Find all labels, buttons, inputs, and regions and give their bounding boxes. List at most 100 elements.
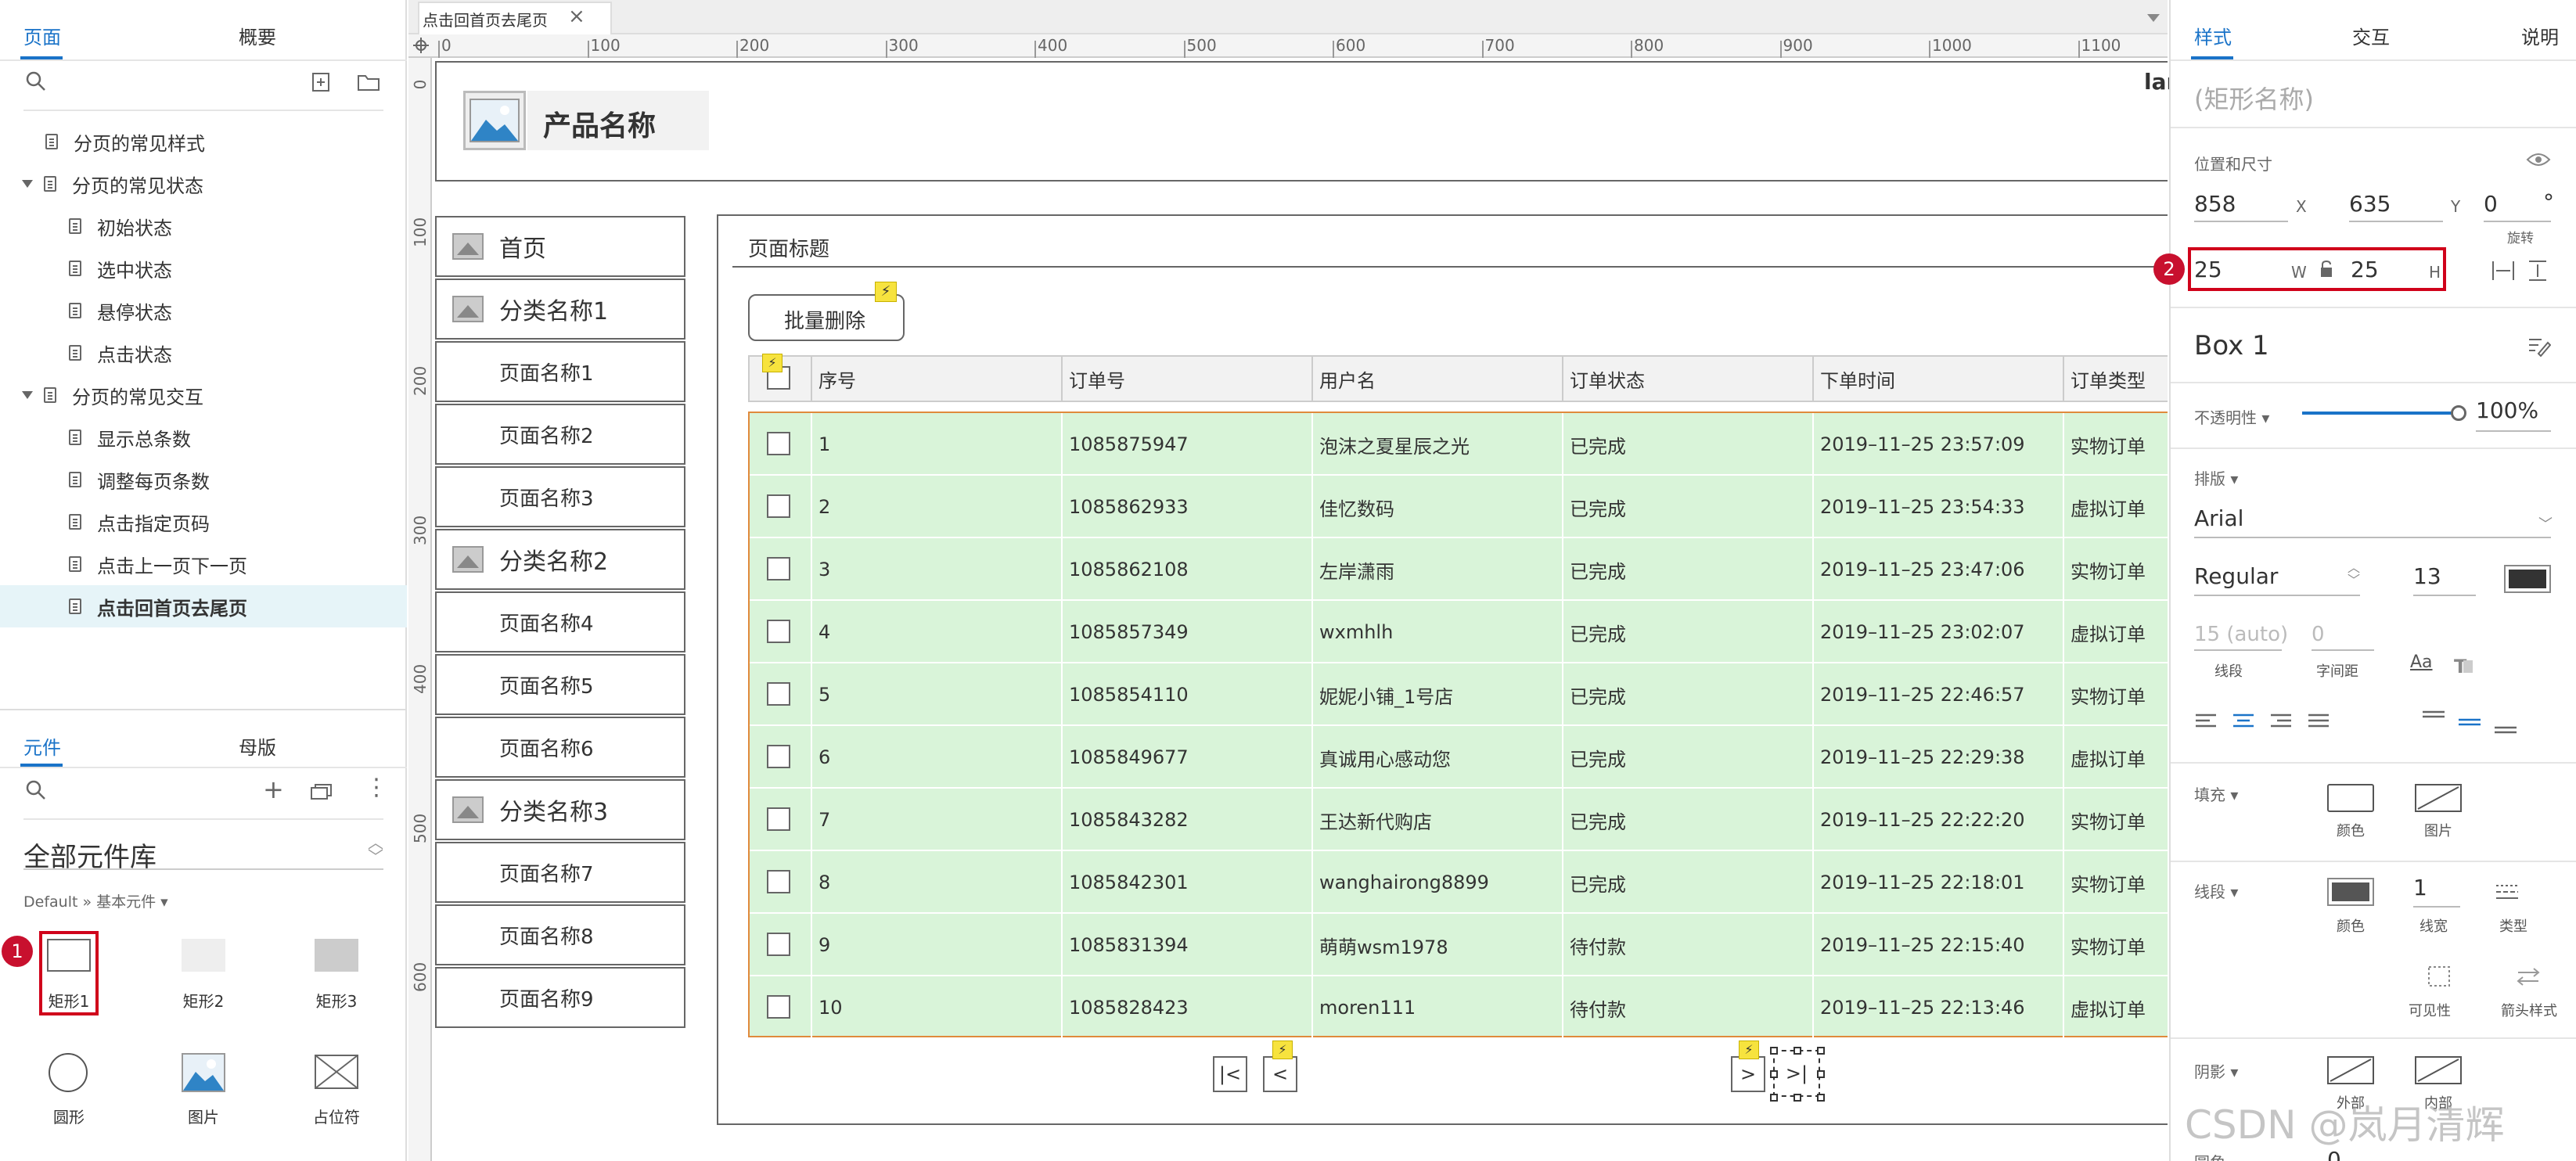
row-checkbox[interactable]: [767, 745, 790, 768]
tab-pages[interactable]: 页面: [23, 22, 61, 49]
rectangle3-thumb[interactable]: [315, 939, 358, 972]
fit-height-icon[interactable]: [2526, 260, 2549, 282]
canvas-area[interactable]: 点击回首页去尾页 × 0 100 200 300 400 500 600 700 800 900 1…: [408, 0, 2177, 1161]
text-shadow-icon[interactable]: T: [2452, 654, 2474, 678]
first-page-button[interactable]: |<: [1213, 1056, 1247, 1092]
stroke-color-swatch[interactable]: [2327, 878, 2374, 906]
y-input[interactable]: 635: [2349, 191, 2443, 222]
page-tree-item[interactable]: 分页的常见状态: [0, 163, 407, 205]
nav-item[interactable]: 页面名称8: [435, 904, 685, 965]
page-tree-item[interactable]: 点击上一页下一页: [0, 543, 407, 585]
library-select-chevron-icon[interactable]: ︿ ﹀: [368, 835, 383, 864]
fit-width-icon[interactable]: [2491, 260, 2515, 282]
library-path[interactable]: Default » 基本元件 ▾: [23, 890, 168, 911]
row-checkbox[interactable]: [767, 682, 790, 706]
crosshair-icon[interactable]: [413, 38, 429, 53]
page-tree-item[interactable]: 点击回首页去尾页: [0, 585, 407, 627]
last-page-button[interactable]: >|: [1773, 1050, 1820, 1097]
arrow-style-icon[interactable]: [2515, 965, 2542, 987]
font-family-select[interactable]: Arial: [2194, 505, 2551, 538]
width-input[interactable]: 25: [2194, 257, 2222, 282]
visibility-icon[interactable]: [2427, 965, 2451, 987]
nav-item[interactable]: 首页: [435, 216, 685, 277]
resize-handle[interactable]: [1817, 1070, 1825, 1078]
page-tree-item[interactable]: 悬停状态: [0, 289, 407, 332]
font-weight-select[interactable]: Regular: [2194, 563, 2360, 596]
add-folder-icon[interactable]: [357, 72, 380, 92]
page-tree-item[interactable]: 选中状态: [0, 247, 407, 289]
page-tree-item[interactable]: 分页的常见样式: [0, 120, 407, 163]
page-tree-item[interactable]: 初始状态: [0, 205, 407, 247]
nav-item[interactable]: 分类名称2: [435, 529, 685, 590]
rectangle2-thumb[interactable]: [182, 939, 225, 972]
search-icon[interactable]: [25, 779, 47, 801]
x-input[interactable]: 858: [2194, 191, 2288, 222]
library-copy-icon[interactable]: [310, 782, 333, 801]
expand-caret-icon[interactable]: [22, 180, 33, 188]
fill-color-swatch[interactable]: [2327, 784, 2374, 812]
tab-widgets[interactable]: 元件: [23, 732, 61, 760]
page-tree-item[interactable]: 点击状态: [0, 332, 407, 374]
nav-item[interactable]: 页面名称3: [435, 466, 685, 527]
resize-handle[interactable]: [1770, 1094, 1778, 1102]
fill-image-icon[interactable]: [2415, 784, 2462, 812]
edit-style-icon[interactable]: [2527, 335, 2552, 358]
row-checkbox[interactable]: [767, 995, 790, 1019]
tab-outline[interactable]: 概要: [239, 22, 276, 49]
chevron-down-icon[interactable]: ﹀: [2538, 513, 2553, 534]
text-color-swatch[interactable]: [2504, 565, 2551, 593]
row-checkbox[interactable]: [767, 870, 790, 893]
eye-icon[interactable]: [2526, 150, 2551, 169]
row-checkbox[interactable]: [767, 933, 790, 956]
nav-item[interactable]: 页面名称7: [435, 842, 685, 903]
tab-style[interactable]: 样式: [2194, 22, 2232, 49]
stepper-icon[interactable]: ︿ ﹀: [2348, 562, 2360, 587]
row-checkbox[interactable]: [767, 494, 790, 518]
lock-icon[interactable]: [2319, 260, 2333, 279]
rectangle1-thumb[interactable]: [47, 939, 91, 972]
tab-masters[interactable]: 母版: [239, 732, 276, 760]
style-name[interactable]: Box 1: [2194, 330, 2269, 361]
resize-handle[interactable]: [1793, 1047, 1801, 1055]
nav-item[interactable]: 分类名称1: [435, 279, 685, 340]
font-size-input[interactable]: 13: [2413, 563, 2476, 596]
add-library-icon[interactable]: +: [263, 775, 284, 804]
more-options-icon[interactable]: ⋮: [365, 776, 388, 800]
page-tree-item[interactable]: 显示总条数: [0, 416, 407, 458]
stroke-width-input[interactable]: 1: [2413, 875, 2460, 908]
nav-item[interactable]: 页面名称1: [435, 341, 685, 402]
resize-handle[interactable]: [1770, 1047, 1778, 1055]
prev-page-button[interactable]: <: [1263, 1056, 1297, 1092]
page-tree-item[interactable]: 分页的常见交互: [0, 374, 407, 416]
height-input[interactable]: 25: [2351, 257, 2379, 282]
tab-overflow-icon[interactable]: [2147, 14, 2160, 22]
nav-item[interactable]: 页面名称5: [435, 654, 685, 715]
resize-handle[interactable]: [1817, 1047, 1825, 1055]
tab-interaction[interactable]: 交互: [2352, 22, 2390, 49]
circle-thumb[interactable]: [49, 1053, 88, 1092]
nav-item[interactable]: 页面名称2: [435, 404, 685, 465]
row-checkbox[interactable]: [767, 432, 790, 455]
nav-item[interactable]: 页面名称4: [435, 591, 685, 652]
row-checkbox[interactable]: [767, 557, 790, 580]
inner-shadow-icon[interactable]: [2415, 1056, 2462, 1084]
rotation-input[interactable]: 0: [2484, 191, 2551, 222]
opacity-slider-knob[interactable]: [2451, 405, 2466, 421]
resize-handle[interactable]: [1770, 1070, 1778, 1078]
row-checkbox[interactable]: [767, 620, 790, 643]
outer-shadow-icon[interactable]: [2327, 1056, 2374, 1084]
row-checkbox[interactable]: [767, 807, 790, 831]
search-icon[interactable]: [25, 70, 47, 92]
resize-handle[interactable]: [1793, 1094, 1801, 1102]
page-tree-item[interactable]: 点击指定页码: [0, 501, 407, 543]
close-icon[interactable]: ×: [568, 5, 585, 28]
nav-item[interactable]: 页面名称6: [435, 717, 685, 778]
placeholder-thumb[interactable]: [315, 1055, 358, 1089]
resize-handle[interactable]: [1817, 1094, 1825, 1102]
text-case-icon[interactable]: Aa: [2410, 652, 2433, 672]
opacity-input[interactable]: 100%: [2476, 397, 2551, 432]
tab-notes[interactable]: 说明: [2521, 22, 2559, 49]
letter-spacing-input[interactable]: 0: [2312, 623, 2374, 651]
expand-caret-icon[interactable]: [22, 391, 33, 399]
shape-name-input[interactable]: (矩形名称): [2194, 80, 2314, 116]
